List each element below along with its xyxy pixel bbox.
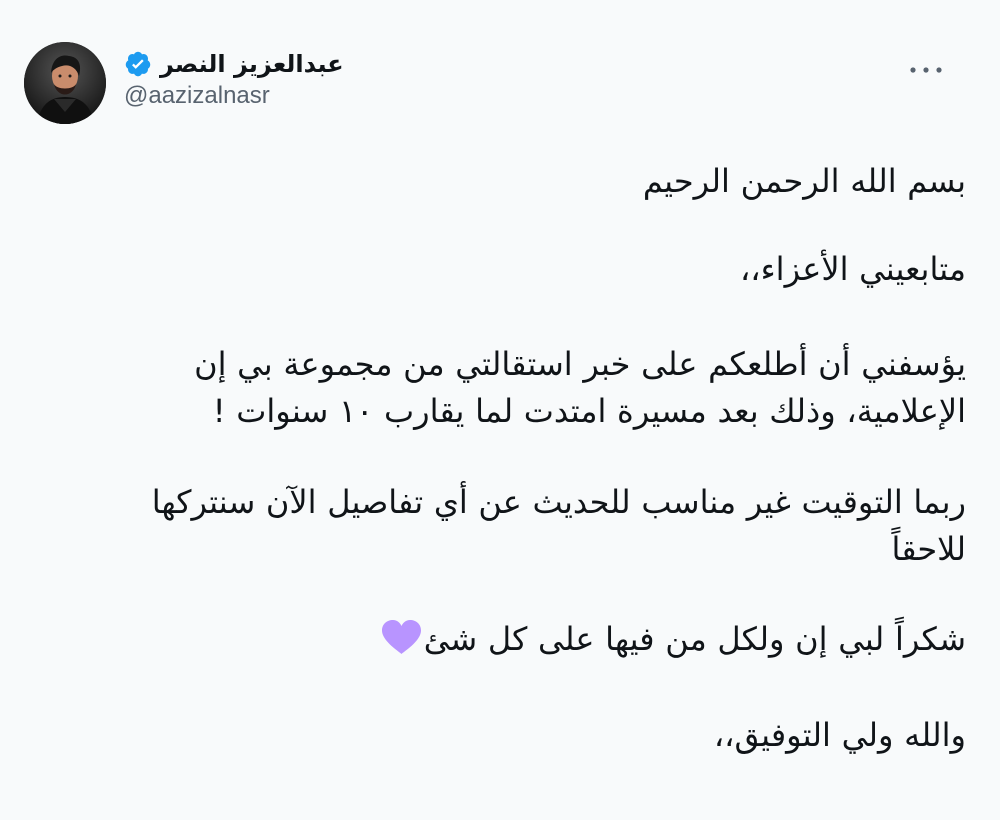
tweet-paragraph-5: شكراً لبي إن ولكل من فيها على كل شئ [36,617,966,662]
tweet-paragraph-4-line-2: للاحقاً [891,530,966,568]
purple-heart-icon [381,620,421,654]
thanks-text: شكراً لبي إن ولكل من فيها على كل شئ [423,620,966,658]
tweet-paragraph-6: والله ولي التوفيق،، [713,716,966,754]
more-options-icon [910,67,942,73]
tweet-paragraph-4-line-1: ربما التوقيت غير مناسب للحديث عن أي تفاص… [151,483,966,521]
tweet-paragraph-1: بسم الله الرحمن الرحيم [642,162,966,200]
user-avatar[interactable] [24,42,106,124]
tweet-card: عبدالعزيز النصر @aazizalnasr بسم الله ال… [0,0,1000,820]
tweet-paragraph-3-line-1: يؤسفني أن أطلعكم على خبر استقالتي من مجم… [194,345,966,383]
tweet-paragraph-3-line-2: الإعلامية، وذلك بعد مسيرة امتدت لما يقار… [212,392,966,430]
tweet-paragraph-2: متابعيني الأعزاء،، [739,250,966,288]
display-name[interactable]: عبدالعزيز النصر [160,50,344,78]
tweet-header: عبدالعزيز النصر @aazizalnasr [24,42,974,132]
verified-badge-icon [125,51,151,77]
profile-photo-icon [24,42,106,124]
user-handle[interactable]: @aazizalnasr [124,82,424,110]
more-options-button[interactable] [904,56,948,84]
user-info[interactable]: عبدالعزيز النصر @aazizalnasr [124,48,424,110]
display-name-row: عبدالعزيز النصر [124,48,424,80]
